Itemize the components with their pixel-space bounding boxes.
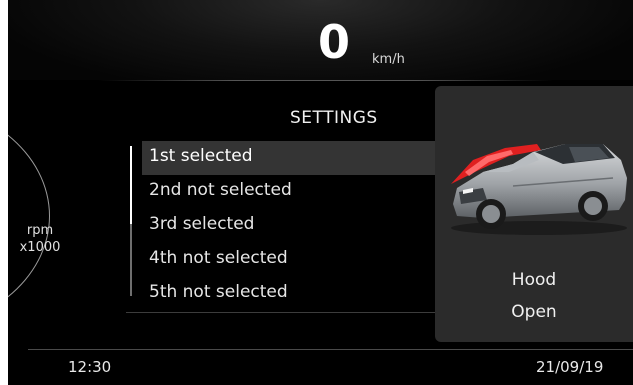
- rpm-unit-label: rpm: [26, 223, 54, 238]
- instrument-cluster-screen: 0 km/h rpm x1000 SETTINGS 1st selected 2…: [8, 0, 633, 385]
- clock-time: 12:30: [68, 358, 112, 376]
- menu-item-2nd[interactable]: 2nd not selected: [142, 175, 442, 209]
- status-bar-divider: [28, 349, 633, 350]
- car-hood-open-icon: [451, 144, 627, 235]
- current-date: 21/09/19: [536, 358, 604, 376]
- speed-unit: km/h: [372, 52, 405, 67]
- menu-item-5th[interactable]: 5th not selected: [142, 277, 442, 311]
- vehicle-part-state: Open: [511, 302, 557, 322]
- vehicle-status-card: Hood Open: [435, 86, 633, 342]
- vehicle-part-label: Hood: [511, 270, 557, 290]
- tachometer-arc: [8, 100, 50, 332]
- settings-menu: 1st selected 2nd not selected 3rd select…: [142, 141, 442, 311]
- settings-scrollbar-thumb[interactable]: [130, 146, 132, 224]
- menu-divider: [126, 312, 438, 313]
- menu-item-1st[interactable]: 1st selected: [142, 141, 442, 175]
- speed-value: 0: [317, 15, 350, 69]
- rpm-scale-label: x1000: [19, 240, 61, 255]
- menu-item-3rd[interactable]: 3rd selected: [142, 209, 442, 243]
- settings-title: SETTINGS: [290, 108, 378, 128]
- header-divider: [98, 80, 553, 81]
- menu-item-4th[interactable]: 4th not selected: [142, 243, 442, 277]
- tachometer-label: rpm x1000: [16, 222, 64, 256]
